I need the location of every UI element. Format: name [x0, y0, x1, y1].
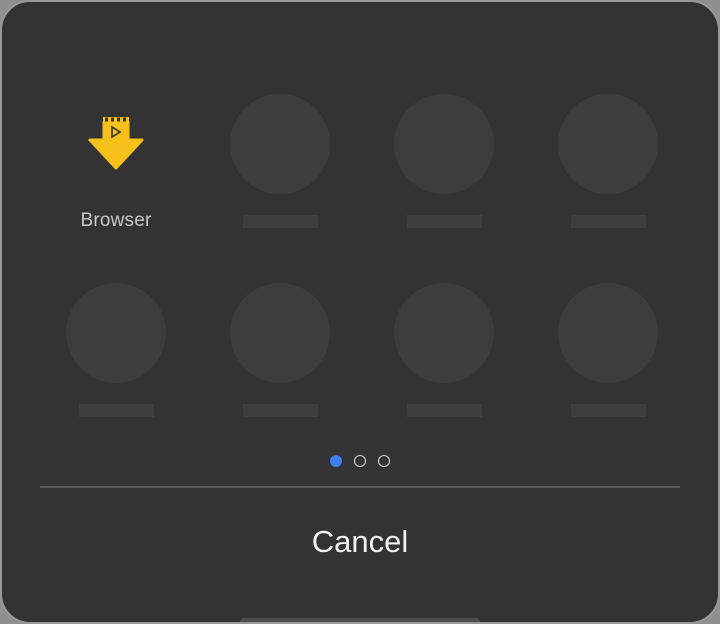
- app-placeholder: [34, 283, 198, 463]
- app-placeholder: [526, 283, 690, 463]
- share-sheet-dialog: Browser Cancel: [0, 0, 720, 624]
- app-placeholder: [362, 283, 526, 463]
- page-dot-2[interactable]: [354, 455, 366, 467]
- app-icon-placeholder: [66, 283, 166, 383]
- divider: [40, 486, 680, 488]
- app-label-placeholder: [570, 215, 646, 228]
- app-label-placeholder: [242, 215, 318, 228]
- app-placeholder: [198, 283, 362, 463]
- app-icon-placeholder: [558, 94, 658, 194]
- app-label-placeholder: [78, 404, 154, 417]
- page-dot-1[interactable]: [330, 455, 342, 467]
- app-grid: Browser: [34, 94, 690, 463]
- app-icon-placeholder: [394, 283, 494, 383]
- app-icon-placeholder: [394, 94, 494, 194]
- app-icon-placeholder: [230, 283, 330, 383]
- home-indicator: [240, 618, 480, 622]
- app-placeholder: [526, 94, 690, 283]
- page-dot-3[interactable]: [378, 455, 390, 467]
- app-item-browser[interactable]: Browser: [34, 94, 198, 283]
- app-label-placeholder: [406, 215, 482, 228]
- app-label-placeholder: [242, 404, 318, 417]
- app-icon-placeholder: [230, 94, 330, 194]
- app-label-placeholder: [570, 404, 646, 417]
- cancel-button[interactable]: Cancel: [40, 502, 680, 582]
- app-placeholder: [198, 94, 362, 283]
- app-placeholder: [362, 94, 526, 283]
- page-indicator: [2, 455, 718, 467]
- app-label-browser: Browser: [80, 210, 152, 231]
- app-label-placeholder: [406, 404, 482, 417]
- download-arrow-icon: [66, 94, 166, 194]
- app-icon-placeholder: [558, 283, 658, 383]
